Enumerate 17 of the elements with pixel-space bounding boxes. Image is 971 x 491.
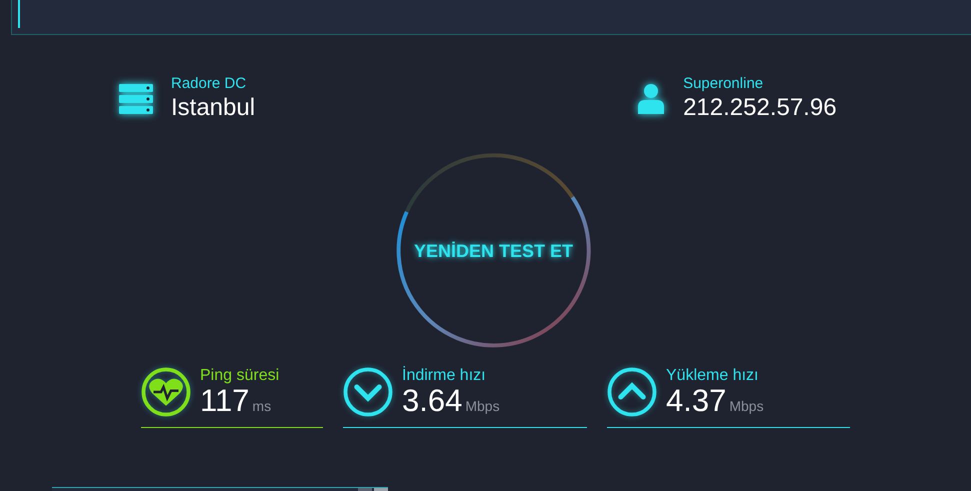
host-name: Radore DC (171, 75, 248, 93)
text-cursor (18, 0, 20, 28)
metric-label: İndirme hızı (402, 366, 487, 384)
metric-unit: Mbps (729, 398, 764, 414)
server-icon (118, 83, 154, 115)
metric-value: 3.64 (402, 384, 462, 418)
metric-label: Ping süresi (200, 366, 280, 384)
user-icon (637, 83, 666, 115)
metric-label: Yükleme hızı (666, 366, 760, 384)
metric-value: 117 (200, 384, 250, 418)
metric-unit: Mbps (465, 398, 500, 414)
restart-test-button[interactable]: YENİDEN TEST ET (396, 153, 592, 349)
host-value: Istanbul (171, 93, 256, 123)
host-name: Superonline (683, 75, 764, 93)
metric-value: 4.37 (666, 384, 726, 418)
host-value: 212.252.57.96 (683, 93, 837, 123)
metric-unit: ms (252, 398, 272, 414)
